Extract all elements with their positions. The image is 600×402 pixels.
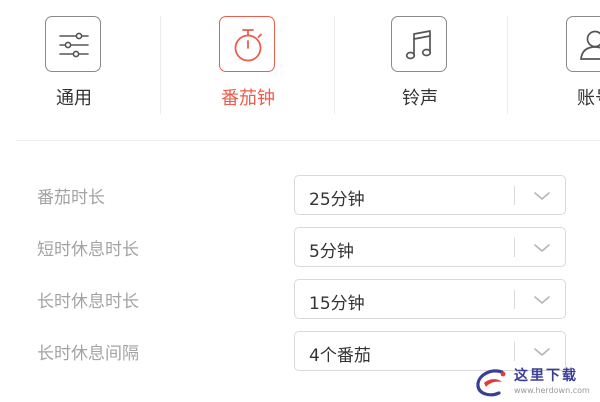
stopwatch-icon (219, 16, 275, 72)
select-separator (514, 238, 515, 257)
short-break-select[interactable]: 5分钟 (294, 227, 566, 267)
watermark: 这里下载 www.herdown.com (470, 362, 600, 402)
user-icon (566, 16, 600, 72)
long-break-label: 长时休息时长 (37, 292, 139, 312)
pomodoro-length-value: 25分钟 (309, 190, 365, 210)
tab-ringtone[interactable]: 铃声 (360, 0, 480, 120)
sliders-icon (45, 16, 101, 72)
header-divider (16, 140, 600, 141)
tab-general[interactable]: 通用 (14, 0, 134, 120)
tab-account[interactable]: 账号 (535, 0, 600, 120)
watermark-url: www.herdown.com (514, 386, 590, 395)
pomodoro-length-label: 番茄时长 (37, 188, 105, 208)
watermark-name: 这里下载 (514, 368, 578, 384)
chevron-down-icon[interactable] (533, 344, 551, 360)
select-separator (514, 342, 515, 361)
long-break-interval-value: 4个番茄 (309, 346, 371, 366)
tab-divider (507, 16, 508, 114)
short-break-label: 短时休息时长 (37, 240, 139, 260)
chevron-down-icon[interactable] (533, 240, 551, 256)
long-break-interval-label: 长时休息间隔 (37, 344, 139, 364)
music-note-icon (391, 16, 447, 72)
watermark-logo-icon (476, 369, 506, 397)
tab-pomodoro-label: 番茄钟 (221, 88, 275, 109)
tab-general-label: 通用 (56, 88, 92, 109)
tab-divider (160, 16, 161, 114)
tab-pomodoro[interactable]: 番茄钟 (188, 0, 308, 120)
chevron-down-icon[interactable] (533, 188, 551, 204)
tab-ringtone-label: 铃声 (402, 88, 438, 109)
tab-account-label: 账号 (577, 88, 600, 109)
chevron-down-icon[interactable] (533, 292, 551, 308)
long-break-select[interactable]: 15分钟 (294, 279, 566, 319)
pomodoro-length-select[interactable]: 25分钟 (294, 175, 566, 215)
tab-divider (334, 16, 335, 114)
long-break-value: 15分钟 (309, 294, 365, 314)
select-separator (514, 186, 515, 205)
short-break-value: 5分钟 (309, 242, 354, 262)
settings-window: 通用 番茄钟 铃声 账 番茄时长 25分钟 短时休息时长 5分钟 长时休息时长 … (0, 0, 600, 402)
select-separator (514, 290, 515, 309)
